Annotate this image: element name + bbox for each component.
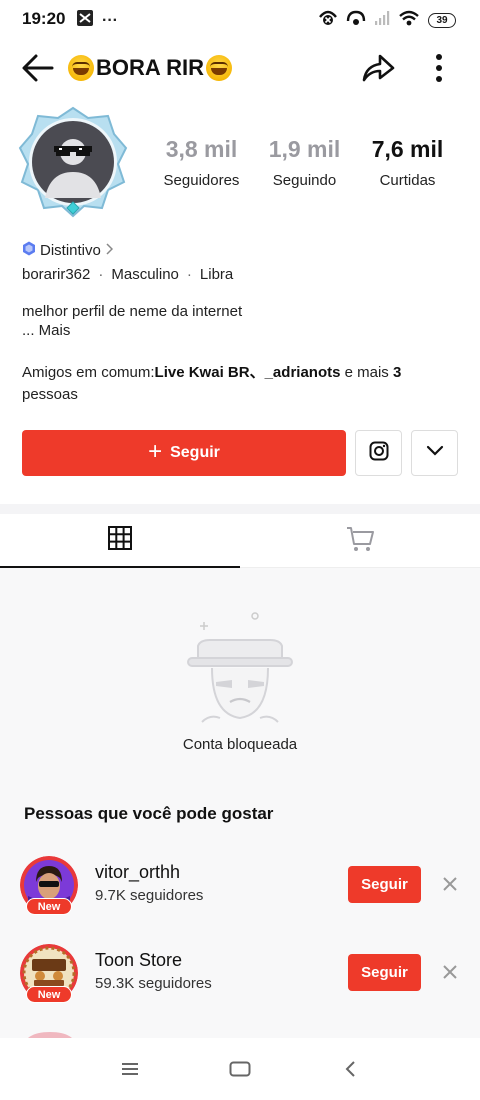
section-divider	[0, 504, 480, 514]
dismiss-icon[interactable]	[438, 872, 462, 896]
new-badge: New	[26, 986, 72, 1003]
suggestions-title: Pessoas que você pode gostar	[24, 804, 274, 823]
grid-icon	[107, 525, 133, 556]
tab-shop[interactable]	[240, 514, 480, 568]
share-icon[interactable]	[360, 50, 396, 86]
menu-nav-icon[interactable]	[110, 1054, 150, 1084]
back-arrow-icon[interactable]	[20, 50, 56, 86]
separator-dot: ·	[186, 266, 192, 283]
rofl-emoji-icon	[205, 55, 232, 81]
stat-followers[interactable]: 3,8 mil Seguidores	[150, 136, 253, 189]
profile-stats: 3,8 mil Seguidores 1,9 mil Seguindo 7,6 …	[150, 136, 460, 189]
suggestion-follow-button[interactable]: Seguir	[348, 866, 421, 903]
stat-likes: 7,6 mil Curtidas	[356, 136, 459, 189]
chevron-down-icon	[426, 444, 444, 462]
bio-more-link[interactable]: ... Mais	[22, 321, 242, 340]
stat-following[interactable]: 1,9 mil Seguindo	[253, 136, 356, 189]
suggestion-item[interactable]: New vitor_orthh 9.7K seguidores Seguir	[0, 856, 480, 926]
followers-label: Seguidores	[163, 172, 240, 189]
suggestion-follow-button[interactable]: Seguir	[348, 954, 421, 991]
profile-bio: melhor perfil de neme da internet ... Ma…	[22, 302, 242, 340]
badge-link[interactable]: Distintivo	[22, 241, 113, 260]
wifi-icon	[398, 9, 420, 32]
cart-icon	[345, 525, 375, 558]
bio-text: melhor perfil de neme da internet	[22, 303, 243, 320]
back-nav-icon[interactable]	[330, 1054, 370, 1084]
instagram-icon	[369, 441, 389, 466]
blocked-account-text: Conta bloqueada	[182, 736, 298, 753]
home-nav-icon[interactable]	[220, 1054, 260, 1084]
suggestion-followers: 9.7K seguidores	[95, 887, 204, 904]
more-profile-options-button[interactable]	[411, 430, 458, 476]
battery-icon: 39	[428, 13, 456, 28]
content-tabs	[0, 514, 480, 568]
gender: Masculino	[111, 266, 179, 283]
suggestion-followers: 59.3K seguidores	[95, 975, 212, 992]
profile-content: Conta bloqueada Pessoas que você pode go…	[0, 568, 480, 1050]
profile-info: borarir362 · Masculino · Libra	[22, 266, 233, 283]
friends-count: 3	[392, 364, 402, 381]
friend-name: Live Kwai BR	[154, 364, 250, 381]
hotspot-icon	[346, 9, 366, 32]
friends-prefix: Amigos em comum:	[22, 364, 155, 381]
badge-hexagon-icon	[22, 241, 36, 260]
chevron-right-icon	[105, 242, 113, 259]
badge-label: Distintivo	[40, 242, 101, 259]
app-notification-icon	[76, 9, 94, 32]
username: borarir362	[22, 266, 91, 283]
friends-middle: e mais	[340, 364, 393, 381]
page-title: BORA RIR	[68, 55, 232, 81]
suggestion-item[interactable]: New Toon Store 59.3K seguidores Seguir	[0, 944, 480, 1014]
separator-dot: ·	[98, 266, 104, 283]
new-badge: New	[26, 898, 72, 915]
dismiss-icon[interactable]	[438, 960, 462, 984]
zodiac-sign: Libra	[199, 266, 234, 283]
system-navigation-bar	[0, 1038, 480, 1100]
profile-header: BORA RIR	[0, 44, 480, 92]
no-sim-icon	[318, 9, 338, 32]
friends-suffix: pessoas	[22, 386, 78, 403]
following-count: 1,9 mil	[268, 136, 341, 162]
suggestion-name[interactable]: Toon Store	[95, 950, 182, 971]
followers-count: 3,8 mil	[165, 136, 238, 162]
likes-count: 7,6 mil	[371, 136, 444, 162]
following-label: Seguindo	[272, 172, 337, 189]
profile-name: BORA RIR	[96, 55, 204, 80]
more-notifications-icon: ···	[102, 11, 118, 29]
tab-posts[interactable]	[0, 514, 240, 568]
follow-button[interactable]: + Seguir	[22, 430, 346, 476]
status-time: 19:20	[22, 9, 66, 28]
instagram-button[interactable]	[355, 430, 402, 476]
friend-name: _adrianots	[264, 364, 341, 381]
mutual-friends[interactable]: Amigos em comum:Live Kwai BR、_adrianots …	[22, 362, 432, 406]
follow-label: Seguir	[170, 444, 220, 461]
profile-avatar[interactable]	[18, 106, 128, 218]
plus-icon: +	[148, 437, 163, 465]
likes-label: Curtidas	[379, 172, 436, 189]
blocked-account-illustration	[180, 610, 300, 730]
signal-icon	[374, 10, 390, 31]
more-options-icon[interactable]	[424, 50, 454, 86]
friend-separator: 、	[249, 364, 265, 381]
status-bar: 19:20 ··· 39	[0, 0, 480, 36]
suggestion-name[interactable]: vitor_orthh	[95, 862, 180, 883]
rofl-emoji-icon	[68, 55, 94, 81]
